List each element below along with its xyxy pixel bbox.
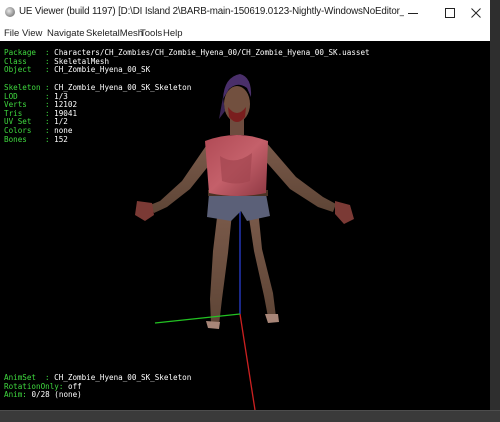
menu-navigate[interactable]: Navigate	[47, 28, 85, 39]
anim-info-panel: AnimSet: CH_Zombie_Hyena_00_SK_Skeleton …	[4, 373, 191, 400]
info-row-bones: Bones: 152	[4, 134, 68, 144]
info-row-uvset: UV Set: 1/2	[4, 117, 68, 127]
desktop-background-strip	[490, 0, 500, 410]
menu-help[interactable]: Help	[163, 28, 183, 39]
3d-viewport[interactable]: Package: Characters/CH_Zombies/CH_Zombie…	[0, 41, 490, 410]
ue-viewer-app-icon	[5, 7, 15, 17]
taskbar-edge	[0, 410, 500, 422]
app-window: UE Viewer (build 1197) [D:\DI Island 2\B…	[0, 0, 490, 410]
mesh-info-panel: Skeleton: CH_Zombie_Hyena_00_SK_Skeleton…	[4, 83, 192, 144]
maximize-icon[interactable]	[436, 0, 464, 26]
menu-view[interactable]: View	[22, 28, 42, 39]
axis-x-line	[239, 313, 256, 410]
info-row-anim: Anim: 0/28 (none)	[4, 390, 82, 400]
menu-tools[interactable]: Tools	[140, 28, 162, 39]
menu-file[interactable]: File	[4, 28, 19, 39]
title-bar[interactable]: UE Viewer (build 1197) [D:\DI Island 2\B…	[0, 0, 490, 26]
info-row-skeleton: Skeleton: CH_Zombie_Hyena_00_SK_Skeleton	[4, 83, 192, 92]
minimize-icon[interactable]	[399, 0, 427, 26]
info-row-colors: Colors: none	[4, 125, 73, 135]
info-row-verts: Verts: 12102	[4, 100, 78, 110]
info-row-object: Object: CH_Zombie_Hyena_00_SK	[4, 65, 151, 75]
asset-info-panel: Package: Characters/CH_Zombies/CH_Zombie…	[4, 48, 370, 75]
window-title: UE Viewer (build 1197) [D:\DI Island 2\B…	[19, 6, 404, 17]
axis-y-line	[154, 313, 241, 324]
info-row-lod: LOD: 1/3	[4, 91, 68, 101]
menu-skeletalmesh[interactable]: SkeletalMesh	[86, 28, 143, 39]
menu-bar: File View Navigate SkeletalMesh Tools He…	[0, 26, 490, 41]
close-icon[interactable]	[462, 0, 490, 26]
info-row-tris: Tris: 19041	[4, 108, 78, 118]
